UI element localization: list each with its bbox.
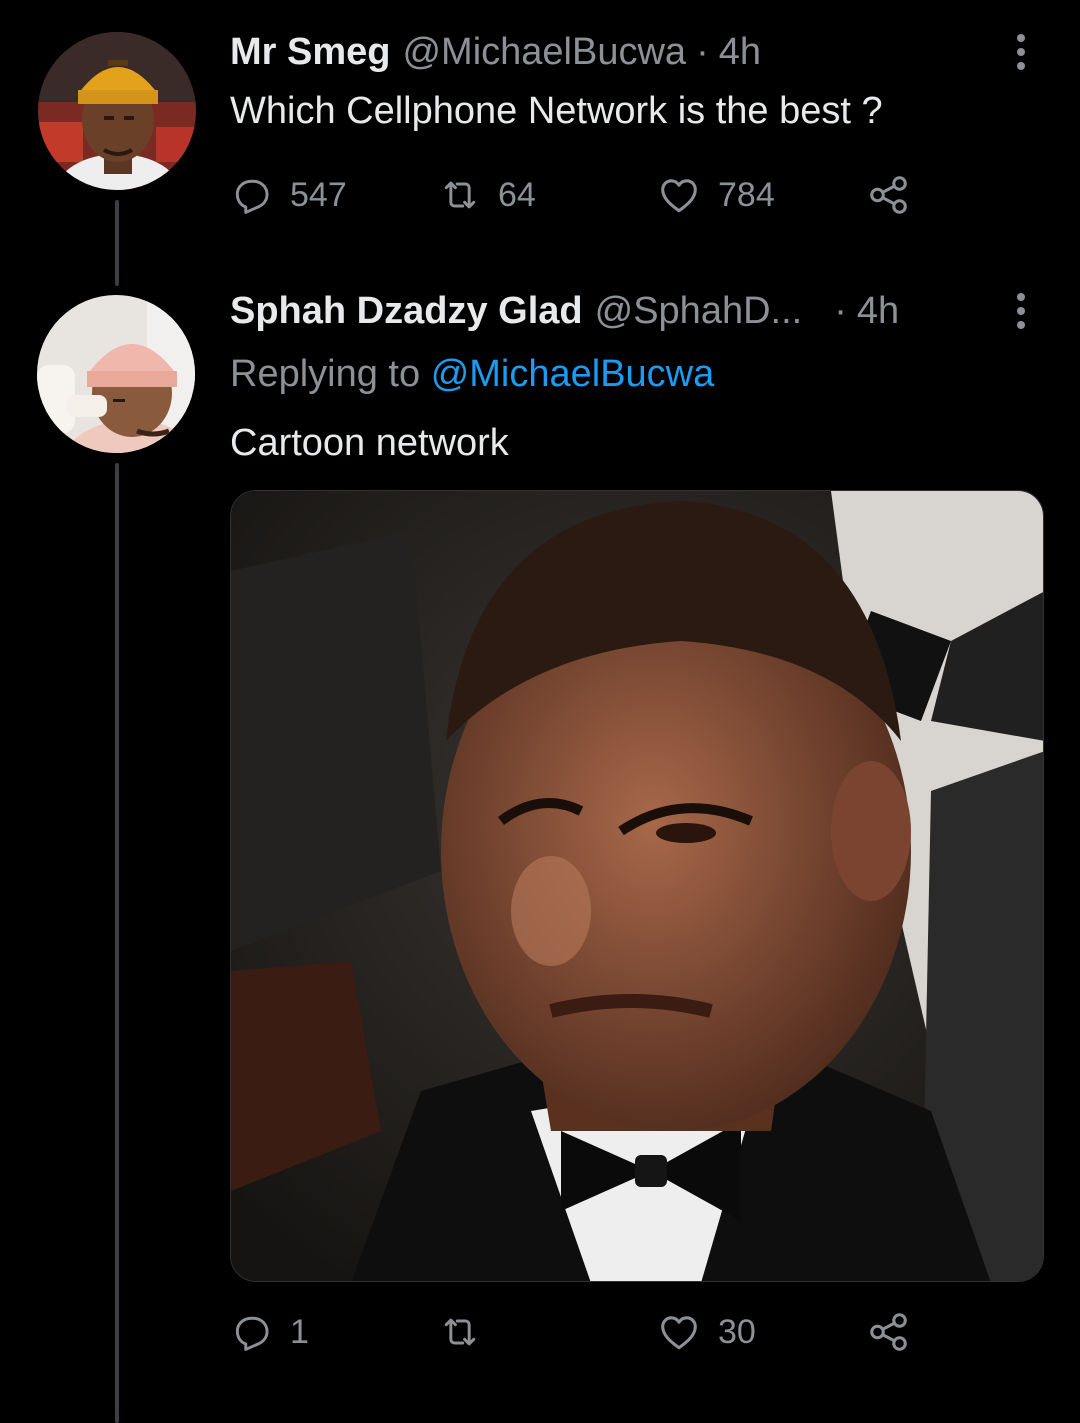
reply-button[interactable]: 1 <box>230 1307 309 1357</box>
reply-count: 1 <box>290 1312 309 1351</box>
like-button[interactable]: 30 <box>656 1307 756 1357</box>
share-icon <box>866 1309 912 1355</box>
retweet-icon <box>438 173 482 217</box>
separator-dot: · <box>696 31 709 73</box>
like-count: 784 <box>718 175 775 214</box>
like-icon <box>656 172 702 218</box>
tweet-media-image[interactable] <box>230 490 1044 1282</box>
more-vertical-icon[interactable] <box>1011 30 1031 74</box>
timestamp[interactable]: 4h <box>857 289 899 333</box>
retweet-button[interactable]: 64 <box>438 170 536 220</box>
retweet-count: 64 <box>498 175 536 214</box>
retweet-button[interactable] <box>438 1307 498 1357</box>
more-vertical-icon[interactable] <box>1011 289 1031 333</box>
avatar-mr-smeg[interactable] <box>38 32 196 190</box>
timestamp[interactable]: 4h <box>719 30 761 74</box>
avatar-sphah[interactable] <box>37 295 195 453</box>
display-name[interactable]: Mr Smeg <box>230 30 390 74</box>
reply-count: 547 <box>290 175 347 214</box>
share-icon <box>866 172 912 218</box>
share-button[interactable] <box>866 170 912 220</box>
mention-link[interactable]: @MichaelBucwa <box>431 353 715 395</box>
tweet-header: Mr Smeg @MichaelBucwa · 4h <box>230 30 1040 74</box>
reply-icon <box>230 1310 274 1354</box>
reply-icon <box>230 173 274 217</box>
tweet-text: Which Cellphone Network is the best ? <box>230 90 883 132</box>
separator-dot: · <box>834 290 847 332</box>
tweet-header: Sphah Dzadzy Glad @SphahD... · 4h <box>230 289 1040 333</box>
share-button[interactable] <box>866 1307 912 1357</box>
thread-connector <box>115 200 119 286</box>
thread-connector <box>115 463 119 1423</box>
display-name[interactable]: Sphah Dzadzy Glad <box>230 289 583 333</box>
tweet-text: Cartoon network <box>230 422 509 464</box>
like-count: 30 <box>718 1312 756 1351</box>
tweet-original[interactable]: Mr Smeg @MichaelBucwa · 4h Which Cellpho… <box>0 0 1080 286</box>
replying-prefix: Replying to <box>230 353 421 395</box>
like-button[interactable]: 784 <box>656 170 775 220</box>
like-icon <box>656 1309 702 1355</box>
user-handle[interactable]: @MichaelBucwa <box>402 30 686 74</box>
tweet-reply[interactable]: Sphah Dzadzy Glad @SphahD... · 4h Replyi… <box>0 275 1080 1423</box>
retweet-icon <box>438 1310 482 1354</box>
replying-to: Replying to @MichaelBucwa <box>230 351 714 397</box>
reply-button[interactable]: 547 <box>230 170 347 220</box>
user-handle[interactable]: @SphahD... <box>595 289 803 333</box>
